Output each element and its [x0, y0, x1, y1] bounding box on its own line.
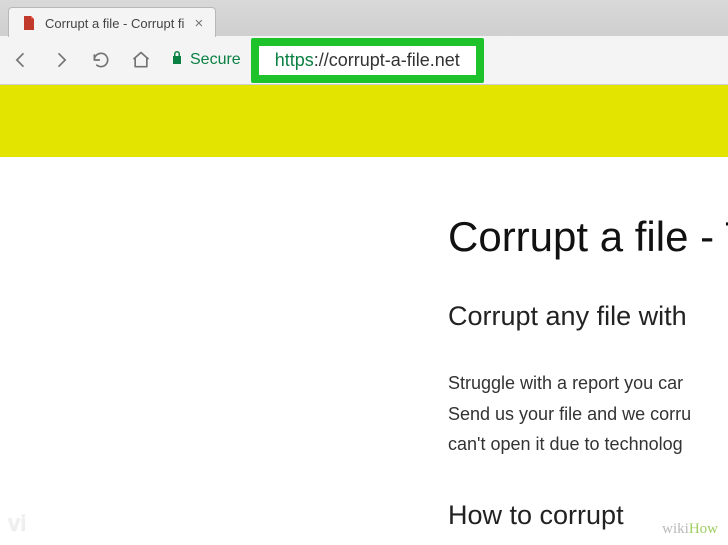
page-title: Corrupt a file - T	[448, 213, 728, 261]
watermark-wiki: wiki	[662, 521, 689, 537]
tab-title: Corrupt a file - Corrupt fi	[45, 16, 184, 31]
close-icon[interactable]: ×	[192, 16, 205, 31]
forward-icon[interactable]	[50, 49, 72, 71]
branding-vi: vi	[8, 510, 26, 536]
browser-tab[interactable]: Corrupt a file - Corrupt fi ×	[8, 7, 216, 37]
tab-bar: Corrupt a file - Corrupt fi ×	[0, 0, 728, 36]
page-content: Corrupt a file - T Corrupt any file with…	[0, 157, 728, 531]
paragraph-line: Send us your file and we corru	[448, 399, 728, 430]
lock-icon	[170, 50, 184, 71]
browser-chrome: Corrupt a file - Corrupt fi × Secure htt…	[0, 0, 728, 85]
watermark-how: How	[689, 521, 718, 537]
document-icon	[21, 15, 37, 31]
url-scheme: https	[275, 50, 314, 70]
home-icon[interactable]	[130, 49, 152, 71]
secure-indicator: Secure	[170, 50, 241, 71]
site-banner	[0, 85, 728, 157]
url-rest: ://corrupt-a-file.net	[314, 50, 460, 70]
page-viewport: Corrupt a file - T Corrupt any file with…	[0, 85, 728, 545]
wikihow-watermark: wikiHow	[662, 521, 718, 538]
paragraph-line: can't open it due to technolog	[448, 429, 728, 460]
url-highlight: https://corrupt-a-file.net	[251, 38, 484, 83]
page-subtitle: Corrupt any file with	[448, 301, 728, 332]
secure-label-text: Secure	[190, 51, 241, 69]
toolbar: Secure https://corrupt-a-file.net	[0, 36, 728, 84]
reload-icon[interactable]	[90, 49, 112, 71]
address-bar[interactable]: Secure https://corrupt-a-file.net	[170, 43, 718, 77]
back-icon[interactable]	[10, 49, 32, 71]
paragraph-line: Struggle with a report you car	[448, 368, 728, 399]
